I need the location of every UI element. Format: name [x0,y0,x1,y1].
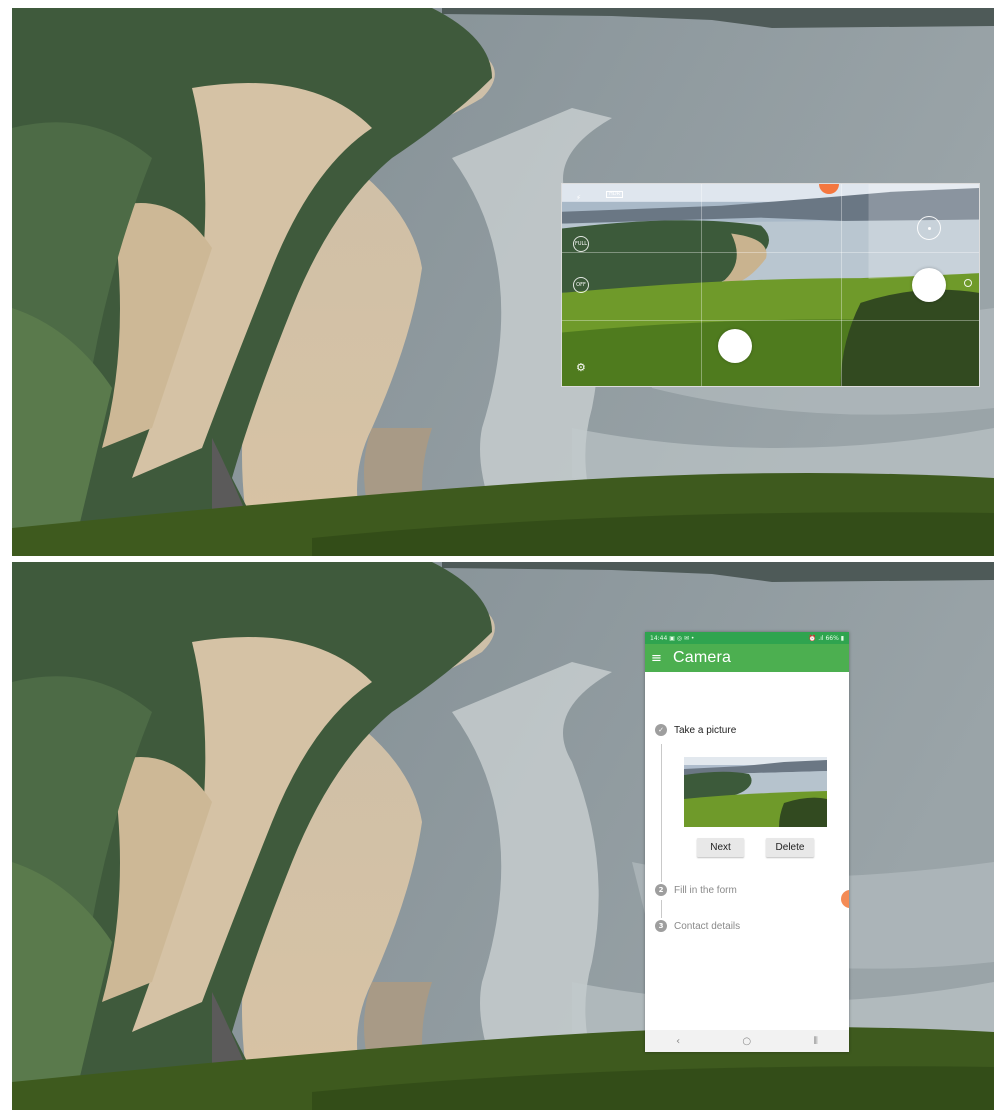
step-number: 3 [655,920,667,932]
step-contact-details[interactable]: 3 Contact details [655,920,740,932]
next-button[interactable]: Next [697,838,744,857]
flash-off-icon[interactable]: ⚡ [576,195,581,202]
back-icon[interactable]: ‹ [676,1036,680,1047]
gallery-icon[interactable] [964,279,972,287]
hdr-icon[interactable]: HDR [606,191,624,198]
step-number: 2 [655,884,667,896]
settings-icon[interactable]: ⚙ [576,362,586,373]
step-label: Contact details [674,920,741,932]
status-right: ⏰ .ıl 66% ▮ [808,634,844,642]
phone-screen: 14:44 ▣ ◎ ✉ • ⏰ .ıl 66% ▮ ≡ Camera ✓ Tak… [645,632,849,1052]
shutter-button[interactable] [912,268,946,302]
menu-icon[interactable]: ≡ [651,651,673,666]
status-left: 14:44 ▣ ◎ ✉ • [650,635,694,642]
recents-icon[interactable]: ⦀ [813,1036,817,1047]
edge-panel-handle[interactable] [841,890,849,908]
camera-preview[interactable]: ⚡ HDR FULL OFF ⚙ [561,183,980,387]
notification-icons: ▣ ◎ ✉ • [669,634,695,642]
home-icon[interactable]: ○ [742,1036,751,1047]
timer-off-icon[interactable]: OFF [573,277,589,293]
step-check-icon: ✓ [655,724,667,736]
step-take-picture[interactable]: ✓ Take a picture [655,724,736,736]
status-bar: 14:44 ▣ ◎ ✉ • ⏰ .ıl 66% ▮ [645,632,849,644]
app-title: Camera [673,649,732,666]
status-time: 14:44 [650,634,668,642]
aspect-full-icon[interactable]: FULL [573,236,589,252]
step-label: Take a picture [674,724,737,736]
app-bar: ≡ Camera [645,644,849,672]
delete-button[interactable]: Delete [766,838,814,857]
captured-photo-thumbnail[interactable] [684,757,827,827]
focus-point-indicator[interactable] [718,329,752,363]
step-connector [661,744,662,882]
navigation-bar: ‹ ○ ⦀ [645,1030,849,1052]
switch-camera-icon[interactable] [917,216,941,240]
step-label: Fill in the form [674,884,737,896]
step-fill-form[interactable]: 2 Fill in the form [655,884,737,896]
step-connector [661,900,662,918]
